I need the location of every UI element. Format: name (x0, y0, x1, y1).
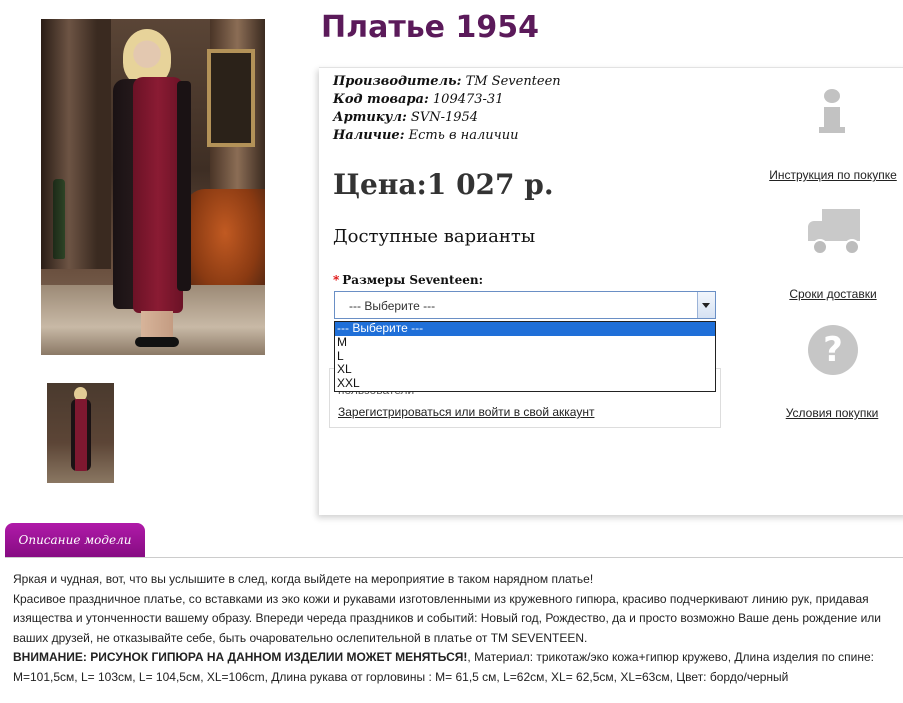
sidebar-item-delivery[interactable]: Сроки доставки (758, 277, 903, 301)
product-price: Цена:1 027 р. (333, 168, 554, 201)
chevron-down-icon[interactable] (697, 292, 715, 318)
description-specs: ВНИМАНИЕ: РИСУНОК ГИПЮРА НА ДАННОМ ИЗДЕЛ… (13, 650, 874, 684)
photo-dress-center (133, 77, 183, 313)
question-icon: ? (808, 325, 858, 375)
availability-row: Наличие: Есть в наличии (333, 127, 561, 145)
color-label: Цвет: (676, 669, 707, 684)
sleeve-label: Длина рукава от горловины : (271, 669, 432, 684)
material-value: трикотаж/эко кожа+гипюр кружево, (536, 650, 732, 664)
info-icon-dot (824, 89, 840, 103)
page-title: Платье 1954 (321, 10, 539, 45)
code-row: Код товара: 109473-31 (333, 91, 561, 109)
size-option[interactable]: XXL (335, 376, 715, 391)
availability-value: Есть в наличии (408, 128, 519, 143)
description-line: Красивое праздничное платье, со вставкам… (13, 591, 881, 645)
photo-bottle (53, 179, 65, 259)
sleeve-value: M= 61,5 см, L=62см, XL= 62,5см, XL=63см, (435, 669, 673, 684)
product-thumbnail[interactable] (47, 383, 114, 483)
size-option[interactable]: --- Выберите --- (335, 321, 715, 336)
truck-icon (806, 209, 862, 255)
tab-description[interactable]: Описание модели (5, 523, 145, 557)
size-select-value: --- Выберите --- (349, 299, 436, 313)
required-mark: * (333, 273, 340, 287)
delivery-link[interactable]: Сроки доставки (758, 287, 903, 301)
photo-shoes (135, 337, 179, 347)
article-value: SVN-1954 (410, 110, 479, 125)
size-select[interactable]: --- Выберите --- (334, 291, 716, 319)
availability-label: Наличие: (333, 128, 405, 143)
size-label-text: Размеры Seventeen: (342, 273, 483, 287)
length-label: Длина изделия по спине: (734, 650, 874, 664)
manufacturer-label: Производитель: (333, 74, 462, 89)
photo-mirror (207, 49, 255, 147)
color-value: бордо/черный (709, 669, 789, 684)
material-label: Материал: (474, 650, 534, 664)
product-main-photo[interactable] (41, 19, 265, 355)
instructions-link[interactable]: Инструкция по покупке (758, 168, 903, 182)
register-login-link[interactable]: Зарегистрироваться или войти в свой акка… (338, 405, 594, 419)
description-line: Яркая и чудная, вот, что вы услышите в с… (13, 572, 594, 586)
description-text: Яркая и чудная, вот, что вы услышите в с… (13, 570, 901, 687)
size-label: * Размеры Seventeen: (333, 273, 483, 287)
info-icon (807, 87, 857, 137)
thumb-dress (71, 399, 91, 471)
photo-dress-right (177, 81, 191, 291)
photo-sofa (185, 189, 265, 299)
photo-curtain-left (41, 19, 111, 269)
truck-icon-wheel (812, 239, 828, 255)
sidebar-item-terms[interactable]: Условия покупки (757, 396, 903, 420)
product-meta: Производитель: TM Seventeen Код товара: … (333, 73, 561, 145)
size-option[interactable]: L (335, 349, 715, 364)
info-icon-foot (819, 127, 845, 133)
code-label: Код товара: (333, 92, 429, 107)
truck-icon-wheel (844, 239, 860, 255)
article-row: Артикул: SVN-1954 (333, 109, 561, 127)
variants-title: Доступные варианты (333, 226, 536, 247)
length-value: M=101,5см, L= 103см, L= 104,5см, XL=106c… (13, 669, 268, 684)
size-option[interactable]: XL (335, 363, 715, 377)
truck-icon-cab (808, 221, 824, 241)
article-label: Артикул: (333, 110, 407, 125)
terms-link[interactable]: Условия покупки (757, 406, 903, 420)
code-value: 109473-31 (432, 92, 504, 107)
truck-icon-box (822, 209, 860, 241)
manufacturer-value: TM Seventeen (465, 74, 561, 89)
size-option[interactable]: M (335, 335, 715, 350)
size-dropdown-list: --- Выберите --- M L XL XXL (334, 321, 716, 392)
warning-text: ВНИМАНИЕ: РИСУНОК ГИПЮРА НА ДАННОМ ИЗДЕЛ… (13, 650, 468, 664)
sidebar-item-instructions[interactable]: Инструкция по покупке (758, 158, 903, 182)
manufacturer-row: Производитель: TM Seventeen (333, 73, 561, 91)
